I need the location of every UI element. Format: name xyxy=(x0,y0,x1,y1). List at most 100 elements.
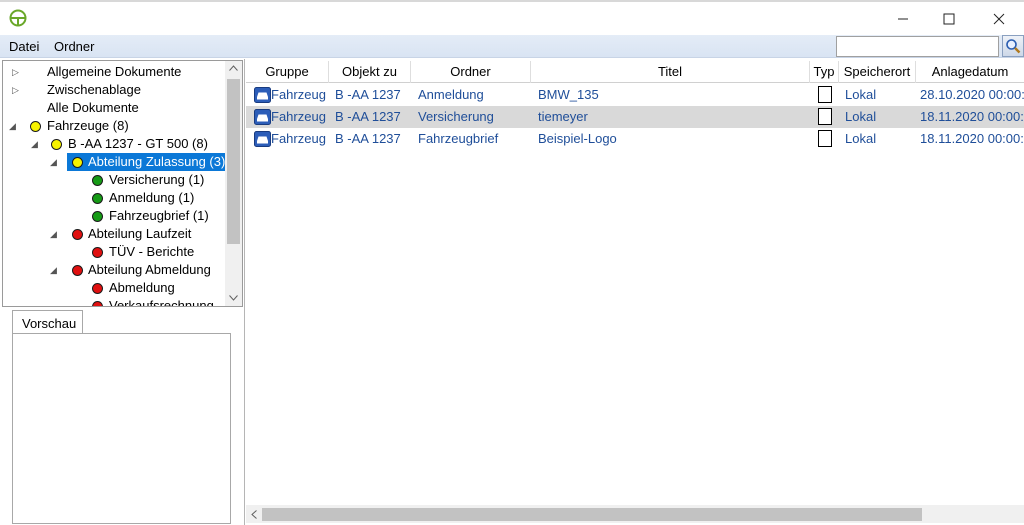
table-row[interactable]: Fahrzeug B -AA 1237 Anmeldung BMW_135 Lo… xyxy=(246,84,1024,106)
table-row[interactable]: Fahrzeug B -AA 1237 Fahrzeugbrief Beispi… xyxy=(246,128,1024,150)
column-header-speicherort[interactable]: Speicherort xyxy=(839,61,916,83)
tab-vorschau[interactable]: Vorschau xyxy=(12,310,83,334)
cell-objekt: B -AA 1237 xyxy=(335,109,401,124)
tree-vertical-scrollbar[interactable] xyxy=(225,61,242,306)
tree-item-label: Anmeldung (1) xyxy=(109,190,195,205)
cell-speicherort: Lokal xyxy=(845,109,877,124)
scrollbar-thumb[interactable] xyxy=(227,79,240,244)
tree-item-label: Verkaufsrechnung xyxy=(109,298,214,307)
scroll-left-icon[interactable] xyxy=(251,510,257,519)
document-grid: Gruppe Objekt zu Ordner Titel Typ Speich… xyxy=(246,59,1024,525)
title-bar xyxy=(0,2,1024,34)
cell-gruppe: Fahrzeug xyxy=(271,109,326,124)
status-yellow-icon xyxy=(30,121,41,132)
cell-gruppe: Fahrzeug xyxy=(271,87,326,102)
tree-item-alle-dokumente[interactable]: Alle Dokumente xyxy=(3,99,223,117)
tree-item-fahrzeugbrief[interactable]: Fahrzeugbrief (1) xyxy=(3,207,223,225)
scroll-down-icon[interactable] xyxy=(229,295,238,301)
tree-item-label: Fahrzeuge (8) xyxy=(47,118,129,133)
status-green-icon xyxy=(92,175,103,186)
cell-speicherort: Lokal xyxy=(845,131,877,146)
collapse-icon[interactable]: ◢ xyxy=(31,135,38,153)
pane-splitter[interactable] xyxy=(244,59,245,525)
minimize-button[interactable] xyxy=(880,4,926,34)
tree-item-anmeldung[interactable]: Anmeldung (1) xyxy=(3,189,223,207)
status-yellow-icon xyxy=(51,139,62,150)
column-header-ordner[interactable]: Ordner xyxy=(411,61,531,83)
tree-item-versicherung[interactable]: Versicherung (1) xyxy=(3,171,223,189)
application-window: Datei Ordner ▷ Allgemeine Dokumente ▷ Zw… xyxy=(0,0,1024,525)
status-red-icon xyxy=(72,265,83,276)
cell-speicherort: Lokal xyxy=(845,87,877,102)
document-type-icon xyxy=(818,108,832,125)
tree-item-verkaufsrechnung[interactable]: Verkaufsrechnung xyxy=(3,297,223,307)
left-pane: ▷ Allgemeine Dokumente ▷ Zwischenablage … xyxy=(0,59,244,525)
column-header-anlagedatum[interactable]: Anlagedatum xyxy=(916,61,1024,83)
document-type-icon xyxy=(818,86,832,103)
collapse-icon[interactable]: ◢ xyxy=(50,153,57,171)
column-header-objekt[interactable]: Objekt zu xyxy=(329,61,411,83)
expand-icon[interactable]: ▷ xyxy=(12,63,19,81)
grid-header: Gruppe Objekt zu Ordner Titel Typ Speich… xyxy=(246,61,1024,83)
car-icon xyxy=(254,131,271,147)
tree-item-vehicle[interactable]: ◢ B -AA 1237 - GT 500 (8) xyxy=(3,135,223,153)
tree-item-fahrzeuge[interactable]: ◢ Fahrzeuge (8) xyxy=(3,117,223,135)
minimize-icon xyxy=(898,18,908,20)
cell-titel: BMW_135 xyxy=(538,87,599,102)
maximize-icon xyxy=(943,13,955,25)
scroll-up-icon[interactable] xyxy=(229,65,238,71)
tree-item-label: Zwischenablage xyxy=(47,82,141,97)
column-header-typ[interactable]: Typ xyxy=(810,61,839,83)
close-icon xyxy=(993,13,1005,25)
tree-item-label: Abteilung Laufzeit xyxy=(88,226,192,241)
status-red-icon xyxy=(72,229,83,240)
tree-item-label: TÜV - Berichte xyxy=(109,244,195,259)
tree-item-tuev-berichte[interactable]: TÜV - Berichte xyxy=(3,243,223,261)
tree-item-abteilung-abmeldung[interactable]: ◢ Abteilung Abmeldung xyxy=(3,261,223,279)
collapse-icon[interactable]: ◢ xyxy=(9,117,16,135)
cell-titel: Beispiel-Logo xyxy=(538,131,617,146)
tree-item-label: Versicherung (1) xyxy=(109,172,205,187)
close-button[interactable] xyxy=(976,4,1022,34)
tree-item-label: B -AA 1237 - GT 500 (8) xyxy=(68,136,208,151)
expand-icon[interactable]: ▷ xyxy=(12,81,19,99)
magnifier-icon xyxy=(1006,39,1021,54)
status-green-icon xyxy=(92,193,103,204)
tree-item-allgemeine-dokumente[interactable]: ▷ Allgemeine Dokumente xyxy=(3,63,223,81)
column-header-gruppe[interactable]: Gruppe xyxy=(246,61,329,83)
cell-ordner: Fahrzeugbrief xyxy=(418,131,499,146)
column-header-titel[interactable]: Titel xyxy=(531,61,810,83)
tree-item-label: Abteilung Abmeldung xyxy=(88,262,211,277)
tree-item-label: Fahrzeugbrief (1) xyxy=(109,208,209,223)
status-red-icon xyxy=(92,247,103,258)
grid-horizontal-scrollbar[interactable] xyxy=(246,505,1024,523)
scrollbar-thumb[interactable] xyxy=(262,508,922,521)
cell-anlagedatum: 18.11.2020 00:00: xyxy=(920,131,1024,146)
maximize-button[interactable] xyxy=(926,4,972,34)
tree-item-label: Allgemeine Dokumente xyxy=(47,64,182,79)
folder-tree: ▷ Allgemeine Dokumente ▷ Zwischenablage … xyxy=(2,60,243,307)
collapse-icon[interactable]: ◢ xyxy=(50,225,57,243)
cell-titel: tiemeyer xyxy=(538,109,588,124)
tree-item-abteilung-zulassung[interactable]: ◢ Abteilung Zulassung (3) xyxy=(3,153,227,171)
menu-ordner[interactable]: Ordner xyxy=(54,39,94,54)
status-green-icon xyxy=(92,211,103,222)
tree-item-abmeldung[interactable]: Abmeldung xyxy=(3,279,223,297)
status-yellow-icon xyxy=(72,157,83,168)
car-icon xyxy=(254,109,271,125)
cell-ordner: Versicherung xyxy=(418,109,494,124)
steering-wheel-icon xyxy=(9,9,27,27)
tree-item-label: Abteilung Zulassung (3) xyxy=(88,154,226,169)
tree-item-abteilung-laufzeit[interactable]: ◢ Abteilung Laufzeit xyxy=(3,225,223,243)
collapse-icon[interactable]: ◢ xyxy=(50,261,57,279)
search-input[interactable] xyxy=(836,36,999,57)
table-row[interactable]: Fahrzeug B -AA 1237 Versicherung tiemeye… xyxy=(246,106,1024,128)
cell-objekt: B -AA 1237 xyxy=(335,131,401,146)
tree-item-label: Alle Dokumente xyxy=(47,100,139,115)
menu-datei[interactable]: Datei xyxy=(9,39,39,54)
preview-panel xyxy=(12,333,231,524)
tree-item-zwischenablage[interactable]: ▷ Zwischenablage xyxy=(3,81,223,99)
cell-gruppe: Fahrzeug xyxy=(271,131,326,146)
search-button[interactable] xyxy=(1002,35,1024,57)
status-red-icon xyxy=(92,283,103,294)
